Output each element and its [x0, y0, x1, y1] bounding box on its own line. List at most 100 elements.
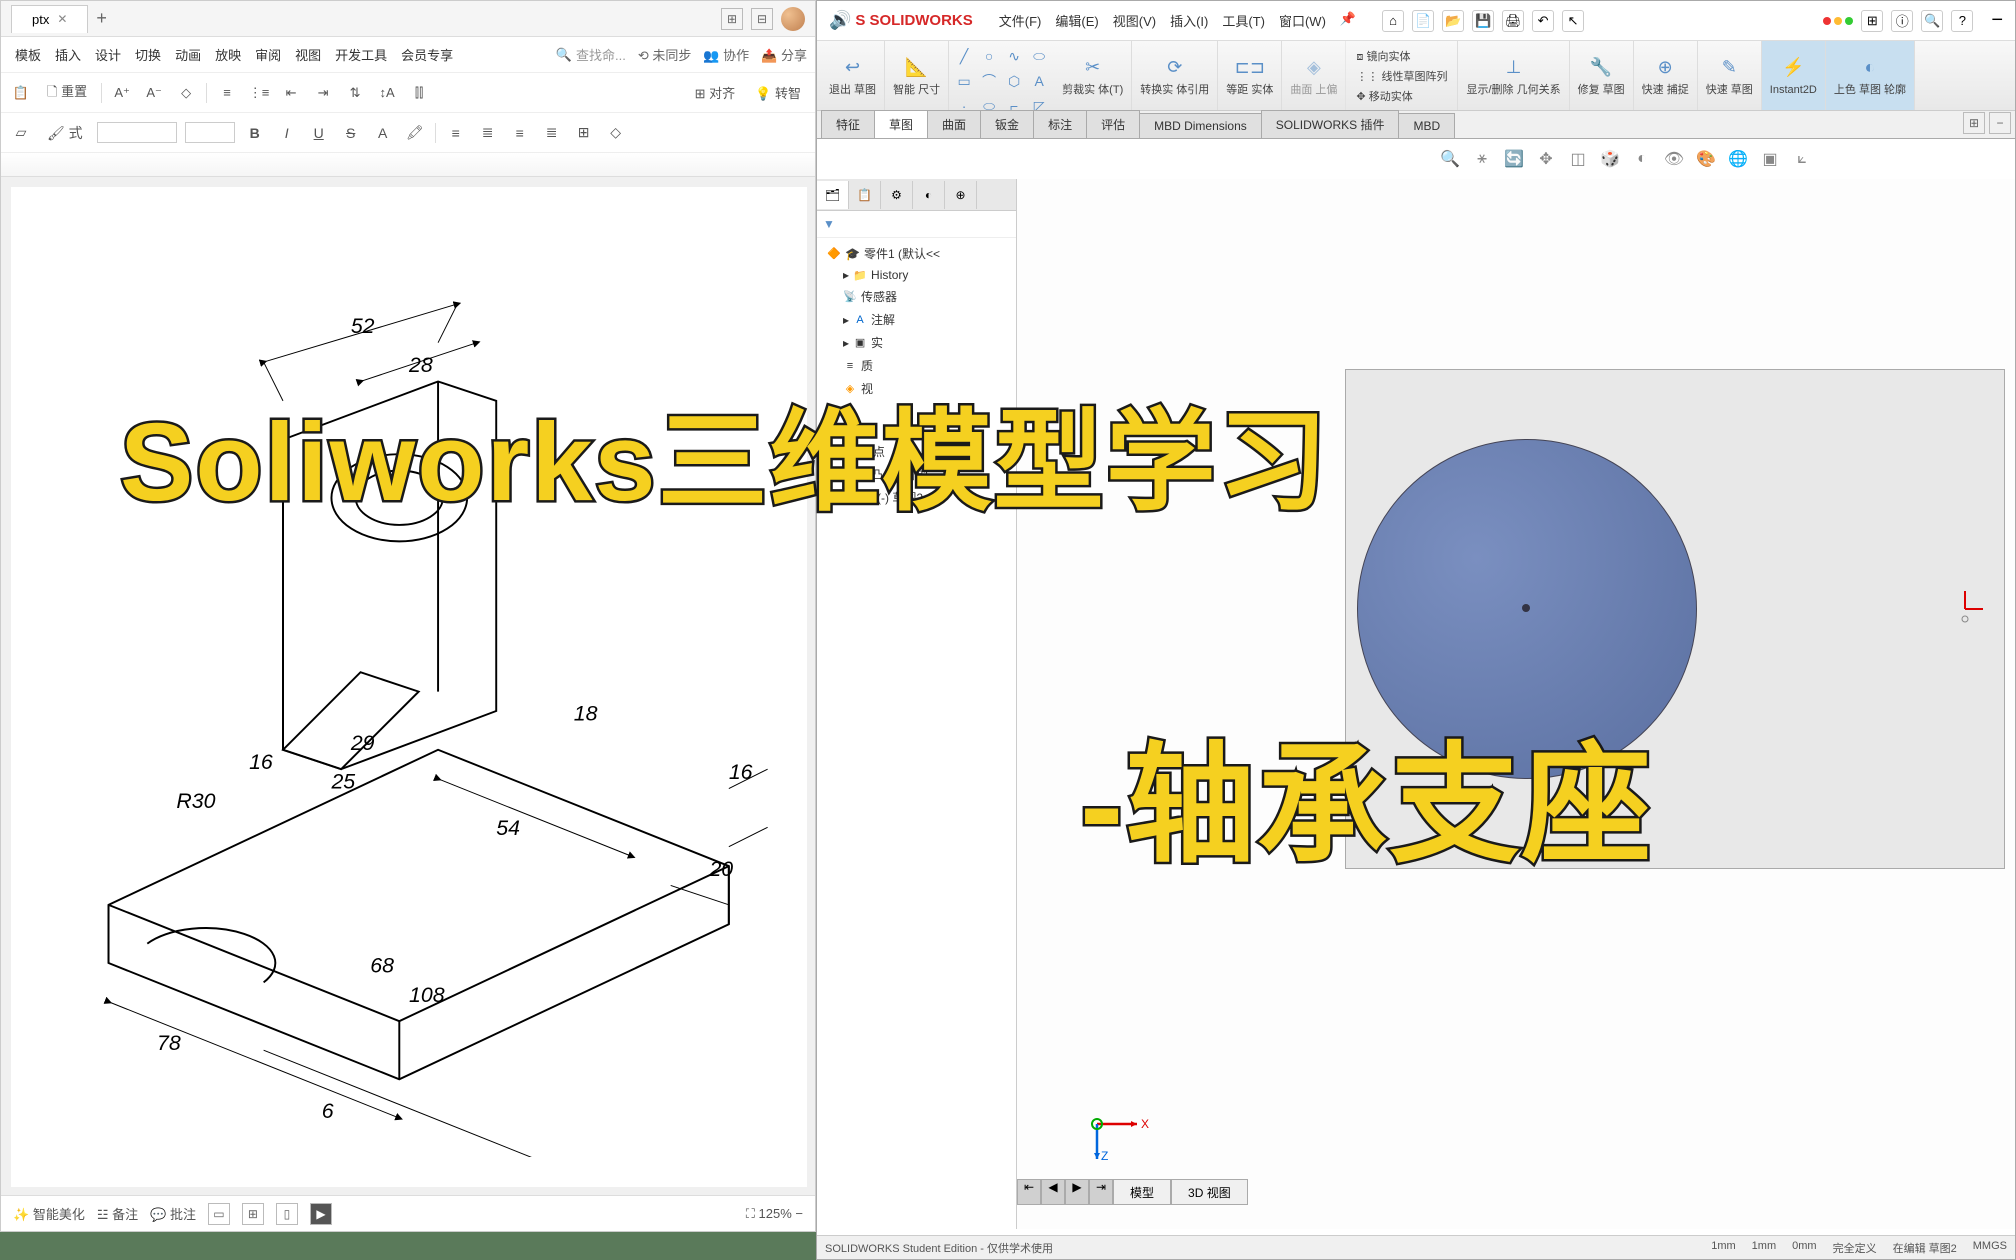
menu-file[interactable]: 文件(F) — [993, 7, 1048, 34]
share-button[interactable]: 📤 分享 — [761, 45, 807, 64]
strikethrough-icon[interactable]: S — [339, 121, 363, 145]
close-icon[interactable]: ✕ — [57, 12, 67, 26]
quick-sketch-button[interactable]: ✎ 快速 草图 — [1698, 41, 1762, 110]
font-size-dropdown[interactable] — [185, 122, 235, 143]
grid-view-icon[interactable]: ⊞ — [242, 1203, 264, 1225]
rotate-icon[interactable]: 🔄 — [1501, 146, 1527, 172]
hide-show-icon[interactable]: 👁 — [1661, 146, 1687, 172]
reading-view-icon[interactable]: ▯ — [276, 1203, 298, 1225]
triad-icon[interactable]: ⟀ — [1789, 146, 1815, 172]
font-size-up-icon[interactable]: A⁺ — [110, 81, 134, 105]
repair-sketch-button[interactable]: 🔧 修复 草图 — [1570, 41, 1634, 110]
show-relations-button[interactable]: ⊥ 显示/删除 几何关系 — [1458, 41, 1569, 110]
quick-snap-button[interactable]: ⊕ 快速 捕捉 — [1634, 41, 1698, 110]
tab-mbd-dimensions[interactable]: MBD Dimensions — [1139, 113, 1262, 138]
scroll-last-icon[interactable]: ⇥ — [1089, 1179, 1113, 1205]
scroll-prev-icon[interactable]: ◀ — [1041, 1179, 1065, 1205]
notes-button[interactable]: ☳ 备注 — [97, 1204, 138, 1223]
layout-icon-1[interactable]: ⊞ — [721, 8, 743, 30]
menu-template[interactable]: 模板 — [9, 41, 47, 68]
wps-slide[interactable]: 52 28 29 18 16 16 25 54 20 68 108 78 6 R… — [11, 187, 807, 1187]
convert-button[interactable]: 💡 转智 — [749, 81, 807, 104]
numbered-list-icon[interactable]: ⋮≡ — [247, 81, 271, 105]
save-icon[interactable]: 💾 — [1472, 10, 1494, 32]
menu-view[interactable]: 视图 — [289, 41, 327, 68]
tree-item-sensors[interactable]: 📡 传感器 — [823, 285, 1010, 308]
tree-item-annotations[interactable]: ▸ A 注解 — [823, 308, 1010, 331]
beautify-button[interactable]: ✨ 智能美化 — [13, 1204, 85, 1223]
line-spacing-icon[interactable]: ⇅ — [343, 81, 367, 105]
smart-dimension-button[interactable]: 📐 智能 尺寸 — [885, 41, 949, 110]
menu-window[interactable]: 窗口(W) — [1273, 7, 1332, 34]
options-icon[interactable]: ⊞ — [1861, 10, 1883, 32]
zoom-area-icon[interactable]: ⚹ — [1469, 146, 1495, 172]
clipboard-icon[interactable]: 📋 — [9, 81, 33, 105]
menu-animation[interactable]: 动画 — [169, 41, 207, 68]
trim-button[interactable]: ✂ 剪裁实 体(T) — [1054, 41, 1132, 110]
normal-view-icon[interactable]: ▭ — [208, 1203, 230, 1225]
view-orientation-icon[interactable]: 🎲 — [1597, 146, 1623, 172]
display-style-icon[interactable]: ◐ — [1629, 146, 1655, 172]
settings-icon[interactable]: ? — [1951, 10, 1973, 32]
zoom-fit-icon[interactable]: 🔍 — [1437, 146, 1463, 172]
tab-sheetmetal[interactable]: 钣金 — [980, 110, 1034, 138]
align-center-icon[interactable]: ≣ — [476, 121, 500, 145]
wps-search[interactable]: 🔍 查找命... — [556, 45, 626, 64]
render-icon[interactable]: ▣ — [1757, 146, 1783, 172]
minimize-icon[interactable]: − — [1991, 9, 2003, 32]
wps-ruler[interactable] — [1, 153, 815, 177]
list-icon[interactable]: ≡ — [215, 81, 239, 105]
menu-devtools[interactable]: 开发工具 — [329, 41, 393, 68]
user-avatar[interactable] — [781, 7, 805, 31]
open-icon[interactable]: 📂 — [1442, 10, 1464, 32]
circle-icon[interactable]: ○ — [978, 45, 1000, 67]
undo-icon[interactable]: ↶ — [1532, 10, 1554, 32]
shade-sketch-button[interactable]: ◐ 上色 草图 轮廓 — [1826, 41, 1915, 110]
text-icon[interactable]: A — [1028, 70, 1050, 92]
tab-sketch[interactable]: 草图 — [874, 110, 928, 138]
layout-icon-2[interactable]: ⊟ — [751, 8, 773, 30]
highlight-icon[interactable]: 🖍 — [403, 121, 427, 145]
btab-model[interactable]: 模型 — [1113, 1179, 1171, 1205]
align-justify-icon[interactable]: ≣ — [540, 121, 564, 145]
reset-button[interactable]: 🗋 重置 — [41, 79, 93, 107]
clear-format-icon[interactable]: ◇ — [174, 81, 198, 105]
scene-icon[interactable]: 🌐 — [1725, 146, 1751, 172]
menu-slideshow[interactable]: 放映 — [209, 41, 247, 68]
btab-3dview[interactable]: 3D 视图 — [1171, 1179, 1248, 1205]
tab-features[interactable]: 特征 — [821, 110, 875, 138]
text-direction-icon[interactable]: ↕A — [375, 81, 399, 105]
spline-icon[interactable]: ∿ — [1003, 45, 1025, 67]
sync-status[interactable]: ⟲ 未同步 — [638, 45, 692, 64]
section-icon[interactable]: ◫ — [1565, 146, 1591, 172]
pan-icon[interactable]: ✥ — [1533, 146, 1559, 172]
tab-surfaces[interactable]: 曲面 — [927, 110, 981, 138]
tree-tab-more[interactable]: ⊕ — [945, 181, 977, 209]
tab-evaluate[interactable]: 评估 — [1086, 110, 1140, 138]
search-icon[interactable]: 🔍 — [1921, 10, 1943, 32]
menu-design[interactable]: 设计 — [89, 41, 127, 68]
menu-insert[interactable]: 插入(I) — [1164, 7, 1214, 34]
shape-icon[interactable]: ◇ — [604, 121, 628, 145]
font-color-icon[interactable]: A — [371, 121, 395, 145]
pin-icon[interactable]: 📌 — [1334, 7, 1362, 34]
print-icon[interactable]: 🖨 — [1502, 10, 1524, 32]
menu-edit[interactable]: 编辑(E) — [1049, 7, 1104, 34]
exit-sketch-button[interactable]: ↩ 退出 草图 — [821, 41, 885, 110]
align-button[interactable]: ⊞ 对齐 — [689, 81, 742, 104]
ellipse-icon[interactable]: ⬭ — [1028, 45, 1050, 67]
fit-icon[interactable]: ⛶ — [746, 1206, 755, 1221]
expand-icon[interactable]: ⊞ — [1963, 112, 1985, 134]
scroll-next-icon[interactable]: ▶ — [1065, 1179, 1089, 1205]
scroll-first-icon[interactable]: ⇤ — [1017, 1179, 1041, 1205]
indent-left-icon[interactable]: ⇤ — [279, 81, 303, 105]
offset-button[interactable]: ⊏⊐ 等距 实体 — [1218, 41, 1282, 110]
linear-pattern-button[interactable]: ⋮⋮ 线性草图阵列 — [1356, 66, 1447, 86]
add-tab-button[interactable]: + — [96, 8, 107, 29]
font-size-down-icon[interactable]: A⁻ — [142, 81, 166, 105]
bold-icon[interactable]: B — [243, 121, 267, 145]
model-center-point[interactable] — [1522, 604, 1530, 612]
format-painter-button[interactable]: 🖌 式 — [41, 121, 89, 145]
menu-member[interactable]: 会员专享 — [395, 41, 459, 68]
slideshow-icon[interactable]: ▶ — [310, 1203, 332, 1225]
